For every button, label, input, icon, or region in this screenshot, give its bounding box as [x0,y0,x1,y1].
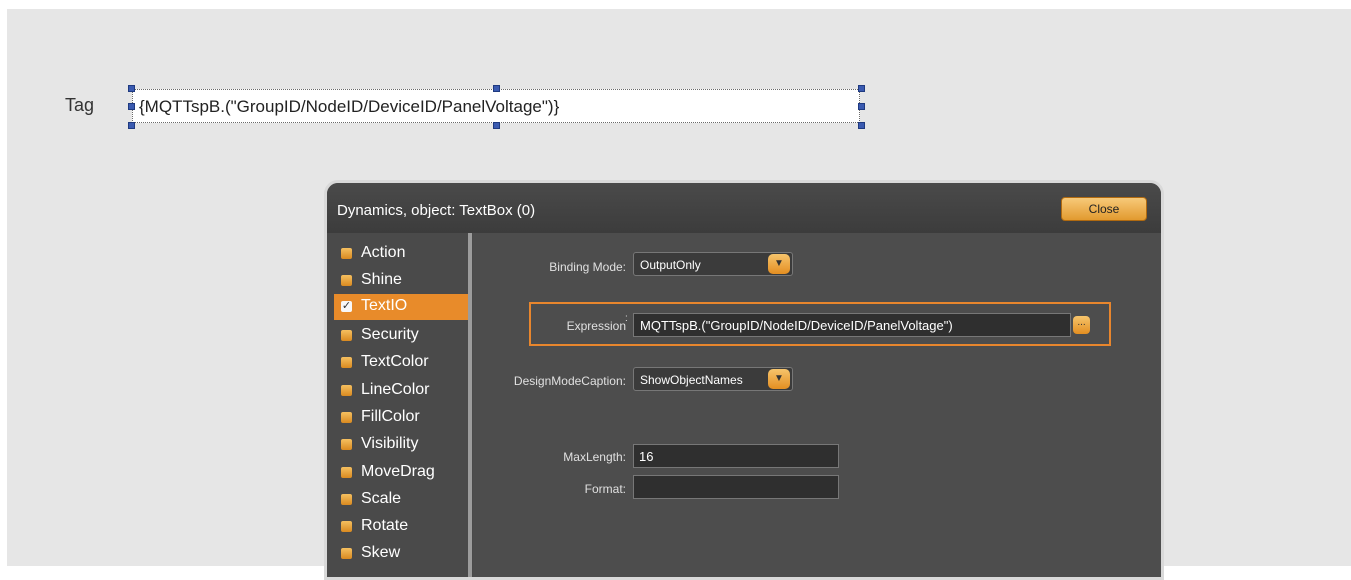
checkbox-icon[interactable] [341,248,352,259]
resize-handle-top-left[interactable] [128,85,135,92]
dialog-header[interactable]: Dynamics, object: TextBox (0) Close [327,183,1161,233]
dynamics-item-skew[interactable]: Skew [334,541,468,567]
dynamics-item-linecolor[interactable]: LineColor [334,378,468,404]
checkbox-icon[interactable] [341,275,352,286]
chevron-down-icon[interactable]: ▼ [768,254,790,274]
format-input[interactable] [633,475,839,499]
checkbox-icon[interactable] [341,357,352,368]
expression-browse-button[interactable]: ... [1073,316,1090,334]
tag-textbox-value: {MQTTspB.("GroupID/NodeID/DeviceID/Panel… [139,97,560,116]
resize-handle-top-center[interactable] [493,85,500,92]
chevron-down-icon[interactable]: ▼ [768,369,790,389]
dynamics-item-visibility[interactable]: Visibility [334,432,468,458]
checkbox-icon[interactable] [341,548,352,559]
checkbox-icon[interactable] [341,467,352,478]
dynamics-item-action[interactable]: Action [334,241,468,267]
dynamics-item-movedrag[interactable]: MoveDrag [334,460,468,486]
dynamics-item-textio[interactable]: ✓ TextIO [334,294,468,320]
checkbox-icon[interactable] [341,412,352,423]
dynamics-item-textcolor[interactable]: TextColor [334,350,468,376]
dynamics-list: Action Shine ✓ TextIO Security TextColor… [334,233,472,577]
dynamics-dialog: Dynamics, object: TextBox (0) Close Acti… [324,180,1164,580]
max-length-label: MaxLength: [563,450,626,464]
binding-mode-select[interactable]: OutputOnly ▼ [633,252,793,276]
expression-input[interactable]: MQTTspB.("GroupID/NodeID/DeviceID/PanelV… [633,313,1071,337]
expression-colon: : [625,313,628,324]
dynamics-item-security[interactable]: Security [334,323,468,349]
dynamics-item-shine[interactable]: Shine [334,268,468,294]
checkbox-icon[interactable] [341,494,352,505]
dynamics-item-scale[interactable]: Scale [334,487,468,513]
dynamics-item-rotate[interactable]: Rotate [334,514,468,540]
checkbox-icon[interactable] [341,330,352,341]
expression-label: Expression [566,319,626,333]
format-label: Format: [584,482,626,496]
design-mode-caption-select[interactable]: ShowObjectNames ▼ [633,367,793,391]
dialog-title: Dynamics, object: TextBox (0) [337,202,536,219]
resize-handle-top-right[interactable] [858,85,865,92]
resize-handle-bottom-right[interactable] [858,122,865,129]
tag-label: Tag [65,95,95,115]
resize-handle-bottom-left[interactable] [128,122,135,129]
resize-handle-middle-left[interactable] [128,103,135,110]
checkbox-icon[interactable] [341,439,352,450]
checkbox-icon[interactable] [341,521,352,532]
resize-handle-middle-right[interactable] [858,103,865,110]
design-mode-caption-label: DesignModeCaption: [513,374,626,388]
close-button[interactable]: Close [1061,197,1147,221]
dynamics-settings-panel: Binding Mode: OutputOnly ▼ Expression : … [473,233,1161,577]
binding-mode-label: Binding Mode: [549,260,626,274]
checkbox-checked-icon[interactable]: ✓ [341,301,352,312]
max-length-input[interactable]: 16 [633,444,839,468]
checkbox-icon[interactable] [341,385,352,396]
resize-handle-bottom-center[interactable] [493,122,500,129]
tag-textbox[interactable]: {MQTTspB.("GroupID/NodeID/DeviceID/Panel… [132,89,860,123]
dynamics-item-fillcolor[interactable]: FillColor [334,405,468,431]
